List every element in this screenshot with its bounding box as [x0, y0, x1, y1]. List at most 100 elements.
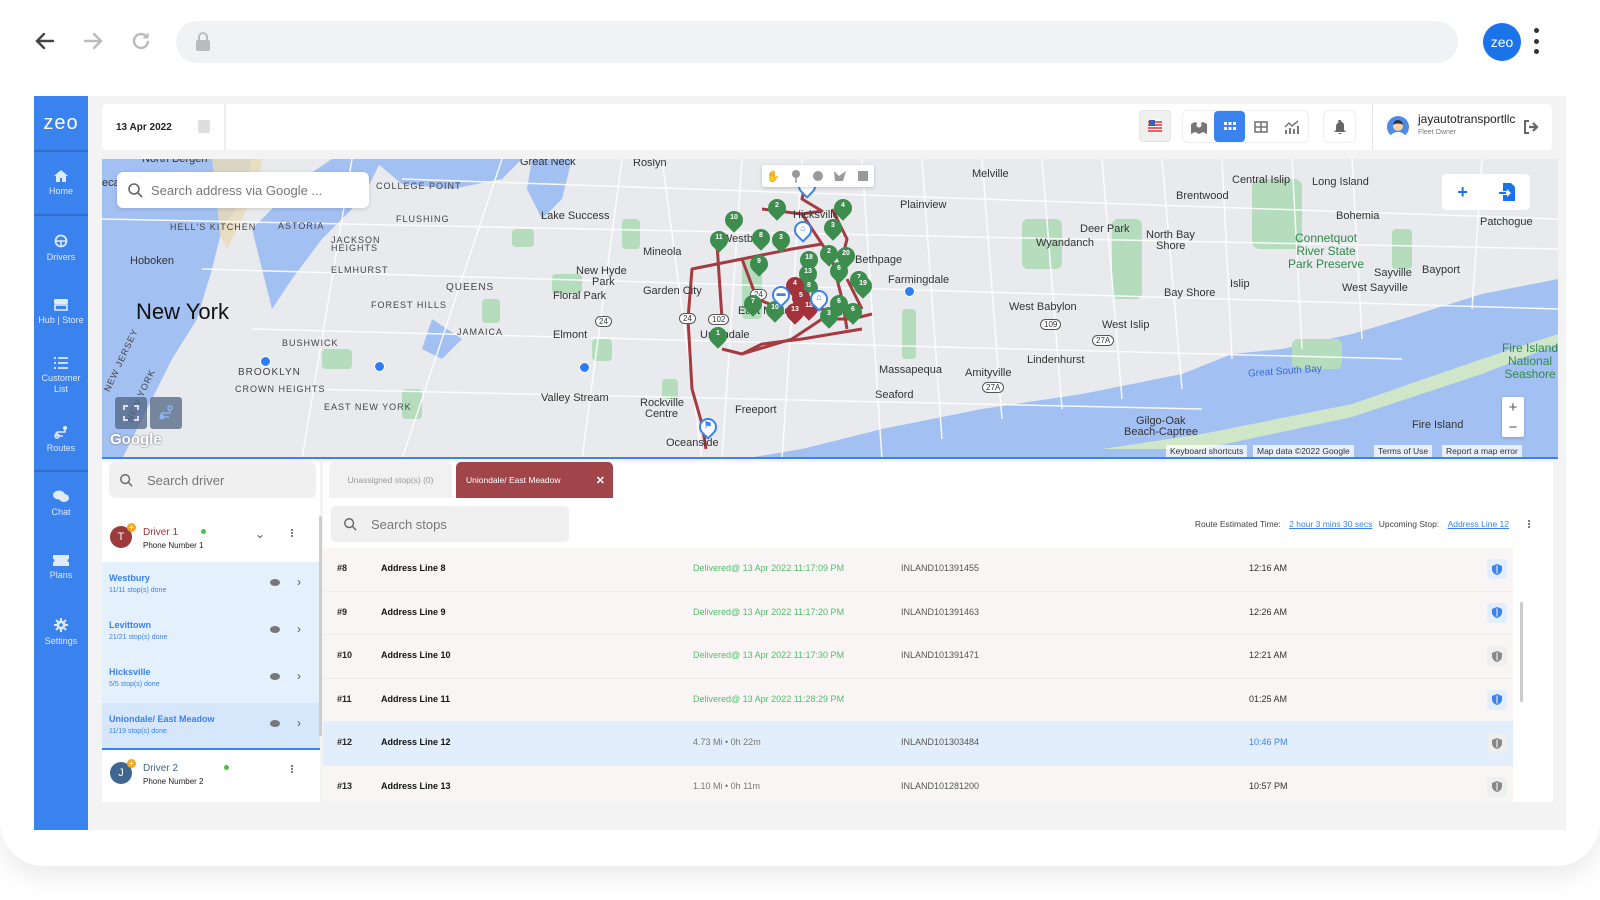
reload-button[interactable]	[126, 26, 156, 56]
table-view-button[interactable]	[1245, 111, 1276, 142]
route-item[interactable]: Hicksville 5/5 stop(s) done ›	[102, 656, 320, 703]
stop-row[interactable]: #13 Address Line 13 1.10 Mi • 0h 11m INLAND…	[323, 765, 1513, 802]
grid-view-button[interactable]	[1214, 111, 1245, 142]
driver-menu-button[interactable]	[291, 529, 293, 537]
keyboard-shortcuts-link[interactable]: Keyboard shortcuts	[1166, 445, 1248, 457]
eye-icon[interactable]	[270, 720, 280, 727]
sidebar-item-plans[interactable]: Plans	[34, 536, 88, 600]
route-toggle-button[interactable]	[150, 397, 182, 429]
profile-button[interactable]: zeo	[1483, 23, 1521, 61]
stop-pin-completed[interactable]: 7	[740, 291, 766, 317]
import-file-icon[interactable]	[1498, 183, 1515, 201]
hand-tool-icon[interactable]: ✋	[766, 169, 780, 183]
driver-card[interactable]: J + Driver 2 Phone Number 2	[102, 750, 320, 798]
stop-pin-completed[interactable]: 3	[820, 215, 846, 241]
tab-unassigned-stops[interactable]: Unassigned stop(s) (0)	[329, 462, 452, 498]
analytics-view-button[interactable]	[1276, 111, 1307, 142]
sidebar-item-drivers[interactable]: Drivers	[34, 216, 88, 280]
eye-icon[interactable]	[270, 673, 280, 680]
stop-row[interactable]: #12 Address Line 12 4.73 Mi • 0h 22m INLAND…	[323, 722, 1513, 766]
stop-pin-completed[interactable]: 9	[746, 251, 772, 277]
terms-link[interactable]: Terms of Use	[1374, 445, 1433, 457]
polygon-tool-icon[interactable]	[833, 169, 847, 183]
map-label: Fire Island	[1412, 419, 1464, 431]
sidebar-item-customer-list[interactable]: Customer List	[34, 344, 88, 408]
hub-marker[interactable]: ⌂	[806, 286, 832, 312]
stop-row[interactable]: #9 Address Line 9 Delivered@ 13 Apr 2022 1…	[323, 591, 1513, 635]
driver-search-input[interactable]: Search driver	[109, 462, 316, 498]
stop-pin-completed[interactable]: 8	[748, 225, 774, 251]
eye-icon[interactable]	[270, 579, 280, 586]
stop-row[interactable]: #11 Address Line 11 Delivered@ 13 Apr 2022…	[323, 678, 1513, 722]
zoom-in-button[interactable]: +	[1509, 399, 1518, 416]
stop-pin-completed[interactable]: 11	[706, 227, 732, 253]
proof-of-delivery-button[interactable]	[1487, 689, 1507, 710]
browser-menu-button[interactable]	[1533, 28, 1539, 54]
sidebar-item-home[interactable]: Home	[34, 152, 88, 216]
back-button[interactable]	[30, 26, 60, 56]
proof-of-delivery-button[interactable]	[1487, 733, 1507, 753]
chevron-right-icon[interactable]: ›	[297, 669, 301, 683]
chevron-right-icon[interactable]: ›	[297, 716, 301, 730]
map-view-button[interactable]	[1183, 111, 1214, 142]
route-item[interactable]: Levittown 21/21 stop(s) done ›	[102, 609, 320, 656]
chevron-down-icon[interactable]: ⌄	[255, 527, 265, 541]
logout-icon[interactable]	[1522, 118, 1540, 136]
stop-pin-completed[interactable]: 2	[764, 195, 790, 221]
stops-menu-button[interactable]	[1528, 520, 1530, 528]
driver-card[interactable]: T + Driver 1 Phone Number 1 ⌄	[102, 514, 320, 562]
sidebar-item-settings[interactable]: Settings	[34, 600, 88, 664]
stop-row[interactable]: #8 Address Line 8 Delivered@ 13 Apr 2022 1…	[323, 548, 1513, 592]
chevron-right-icon[interactable]: ›	[297, 575, 301, 589]
close-icon[interactable]: ✕	[596, 474, 605, 487]
report-error-link[interactable]: Report a map error	[1442, 445, 1522, 457]
proof-of-delivery-button[interactable]	[1487, 646, 1507, 666]
notifications-button[interactable]	[1323, 110, 1356, 143]
marker-tool-icon[interactable]	[789, 169, 803, 183]
address-bar[interactable]	[176, 21, 1458, 63]
stop-pin-completed[interactable]: 3	[768, 227, 794, 253]
tab-route[interactable]: Uniondale/ East Meadow ✕	[456, 462, 613, 498]
stop-pin-completed[interactable]: 1	[705, 323, 731, 349]
driver-location-dot[interactable]	[904, 286, 915, 297]
upcoming-stop-link[interactable]: Address Line 12	[1448, 519, 1509, 529]
stop-row[interactable]: #10 Address Line 10 Delivered@ 13 Apr 2022…	[323, 635, 1513, 679]
driver-list-scrollbar[interactable]	[319, 516, 322, 736]
driver-location-dot[interactable]	[260, 356, 271, 367]
chevron-right-icon[interactable]: ›	[297, 622, 301, 636]
destination-flag-marker[interactable]: ⚑	[695, 414, 721, 440]
eye-icon[interactable]	[270, 626, 280, 633]
stop-pin-completed[interactable]: 4	[830, 195, 856, 221]
proof-of-delivery-button[interactable]	[1487, 776, 1507, 797]
sidebar-item-chat[interactable]: Chat	[34, 472, 88, 536]
driver-location-dot[interactable]	[374, 361, 385, 372]
stop-pin-completed[interactable]: 10	[721, 207, 747, 233]
circle-tool-icon[interactable]	[811, 169, 825, 183]
route-estimated-link[interactable]: 2 hour 3 mins 30 secs	[1289, 519, 1372, 529]
stop-pin-completed[interactable]: 6	[826, 258, 852, 284]
route-item[interactable]: Westbury 11/11 stop(s) done ›	[102, 562, 320, 609]
zoom-out-button[interactable]: −	[1509, 419, 1518, 436]
driver-menu-button[interactable]	[291, 765, 293, 773]
forward-button[interactable]	[78, 26, 108, 56]
stop-pin-completed[interactable]: 19	[850, 273, 876, 299]
fullscreen-button[interactable]	[115, 397, 147, 429]
route-item-selected[interactable]: Uniondale/ East Meadow 11/19 stop(s) don…	[102, 703, 320, 750]
hub-marker[interactable]: ⌂	[790, 217, 816, 243]
proof-of-delivery-button[interactable]	[1487, 602, 1507, 623]
stop-pin-completed[interactable]: 6	[840, 299, 866, 325]
sidebar-item-hub-store[interactable]: Hub | Store	[34, 280, 88, 344]
sidebar-item-routes[interactable]: Routes	[34, 408, 88, 472]
date-picker[interactable]: 13 Apr 2022	[102, 104, 226, 150]
driver-location-dot[interactable]	[579, 362, 590, 373]
user-avatar[interactable]	[1387, 116, 1409, 138]
map-search-input[interactable]: Search address via Google ...	[117, 172, 369, 208]
map-view[interactable]: North Bergen ecau HELL'S KITCHEN ASTORIA…	[102, 159, 1558, 459]
rectangle-tool-icon[interactable]	[856, 169, 870, 183]
proof-of-delivery-button[interactable]	[1487, 559, 1507, 579]
stops-search-input[interactable]: Search stops	[331, 506, 569, 542]
stop-list-scrollbar[interactable]	[1520, 602, 1523, 702]
vehicle-marker[interactable]: ▬	[768, 282, 794, 308]
region-button[interactable]	[1139, 110, 1171, 142]
add-stop-button[interactable]: +	[1457, 182, 1468, 203]
